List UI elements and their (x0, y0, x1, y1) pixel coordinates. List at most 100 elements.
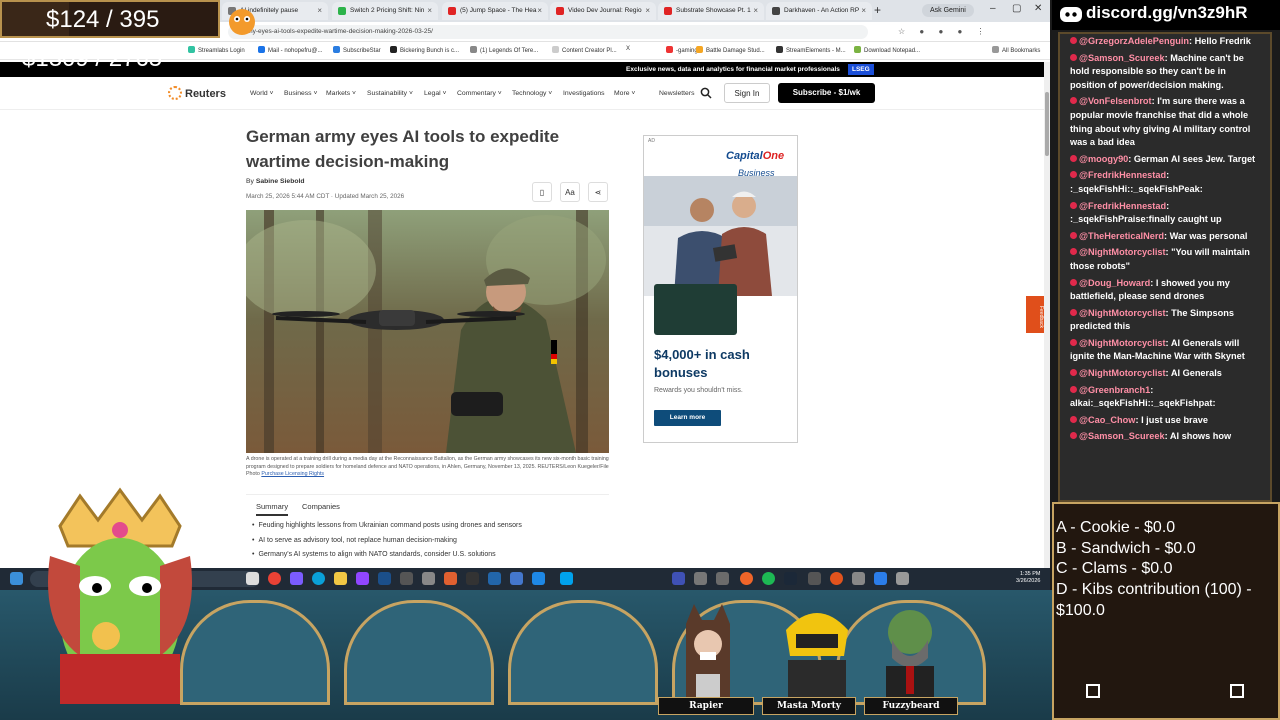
tab-2[interactable]: Switch 2 Pricing Shift: Nin × (332, 2, 438, 20)
chat-message: @VonFelsenbrot: I'm sure there was a pop… (1070, 96, 1251, 148)
sign-in-button[interactable]: Sign In (724, 83, 770, 103)
licensing-link[interactable]: Purchase Licensing Rights (261, 471, 324, 477)
scrollbar-thumb[interactable] (1045, 92, 1049, 156)
app-icon[interactable] (808, 572, 821, 585)
nav-sustainability[interactable]: Sustainability ˅ (367, 90, 413, 97)
user-badge-icon (1070, 53, 1077, 61)
steam-icon[interactable] (784, 572, 797, 585)
tab-label: Video Dev Journal: Regio (568, 7, 642, 14)
subscribe-button[interactable]: Subscribe - $1/wk (778, 83, 875, 103)
nav-technology[interactable]: Technology ˅ (512, 90, 552, 97)
folder-icon[interactable] (334, 572, 347, 585)
learn-more-button[interactable]: Learn more (654, 410, 721, 426)
app-icon[interactable] (716, 572, 729, 585)
app-icon[interactable] (672, 572, 685, 585)
app-icon[interactable] (510, 572, 523, 585)
bookmark-item[interactable]: Mail - nohopefru@... (258, 46, 322, 54)
maximize-icon[interactable]: ▢ (1012, 3, 1021, 14)
nav-world[interactable]: World ˅ (250, 90, 274, 97)
chat-message: @NightMotorcyclist: "You will maintain t… (1070, 247, 1250, 271)
feedback-tab[interactable]: Feedback (1026, 296, 1044, 333)
twitch-icon[interactable] (356, 572, 369, 585)
app-icon[interactable] (560, 572, 573, 585)
nav-business[interactable]: Business ˅ (284, 90, 317, 97)
search-icon[interactable] (700, 87, 712, 99)
app-icon[interactable] (896, 572, 909, 585)
tab-3[interactable]: (5) Jump Space - The Hea × (442, 2, 548, 20)
mascot-fox-icon (229, 9, 255, 35)
nav-markets[interactable]: Markets ˅ (326, 90, 356, 97)
tab-5[interactable]: Substrate Showcase Pt. 1 × (658, 2, 764, 20)
system-clock[interactable]: 1:35 PM 3/26/2026 (1016, 571, 1040, 585)
close-icon[interactable]: × (861, 6, 866, 15)
app-icon[interactable] (694, 572, 707, 585)
tab-companies[interactable]: Companies (302, 502, 340, 511)
streamer-mascot-avatar (48, 487, 192, 704)
bookmark-item[interactable]: Bickering Bunch is c... (390, 46, 459, 54)
capital-one-ad[interactable]: AD CapitalOne Business $4,000+ in cash b… (643, 135, 798, 443)
nav-investigations[interactable]: Investigations (563, 90, 605, 97)
extension-icons[interactable]: ☆ ● ● ● ⋮ (898, 27, 991, 36)
nav-legal[interactable]: Legal ˅ (424, 90, 447, 97)
close-icon[interactable]: × (427, 6, 432, 15)
discord-icon[interactable] (290, 572, 303, 585)
bookmark-item[interactable]: Content Creator Pl... (552, 46, 617, 54)
newsletters-link[interactable]: Newsletters (659, 90, 695, 97)
minimize-icon[interactable]: – (990, 3, 996, 14)
author-link[interactable]: Sabine Siebold (256, 178, 305, 185)
poll-option: D - Kibs contribution (100) - $100.0 (1056, 581, 1252, 619)
chat-username: @VonFelsenbrot (1079, 96, 1152, 107)
chrome-icon[interactable] (268, 572, 281, 585)
close-icon[interactable]: × (317, 6, 322, 15)
logo-text: Reuters (185, 88, 226, 100)
reuters-logo-icon (168, 86, 182, 100)
close-icon[interactable]: × (645, 6, 650, 15)
summary-item: Feuding highlights lessons from Ukrainia… (252, 522, 612, 537)
goal-2-text: $1309 / 2765 (22, 45, 163, 72)
reuters-logo[interactable]: Reuters (168, 86, 226, 100)
user-badge-icon (1070, 171, 1077, 179)
tab-favicon (338, 7, 346, 15)
steam-icon[interactable] (378, 572, 391, 585)
close-window-icon[interactable]: ✕ (1034, 3, 1042, 14)
nav-commentary[interactable]: Commentary ˅ (457, 90, 502, 97)
app-icon[interactable] (488, 572, 501, 585)
app-icon[interactable] (852, 572, 865, 585)
app-icon[interactable] (422, 572, 435, 585)
start-icon[interactable] (10, 572, 23, 585)
close-icon[interactable]: × (537, 6, 542, 15)
app-icon[interactable] (466, 572, 479, 585)
ask-gemini-button[interactable]: Ask Gemini (922, 4, 974, 17)
chat-username: @moogy90 (1079, 153, 1129, 164)
app-icon[interactable] (444, 572, 457, 585)
app-icon[interactable] (830, 572, 843, 585)
bookmark-item[interactable]: SubscribeStar (333, 46, 381, 54)
share-icon[interactable]: ⋖ (588, 182, 608, 202)
nav-more[interactable]: More ˅ (614, 90, 635, 97)
all-bookmarks[interactable]: All Bookmarks (992, 46, 1040, 54)
app-icon[interactable] (874, 572, 887, 585)
new-tab-button[interactable]: + (874, 3, 881, 17)
bookmark-icon[interactable]: ▯ (532, 182, 552, 202)
tab-6[interactable]: Darkhaven - An Action RP × (766, 2, 872, 20)
app-icon[interactable] (400, 572, 413, 585)
tab-4[interactable]: Video Dev Journal: Regio × (550, 2, 656, 20)
close-icon[interactable]: × (753, 6, 758, 15)
bookmark-item[interactable]: (1) Legends Of Tere... (470, 46, 538, 54)
tab-summary[interactable]: Summary (256, 502, 289, 516)
bookmark-item[interactable]: -gaming (666, 46, 698, 54)
font-size-button[interactable]: Aa (560, 182, 580, 202)
chat-message: @Cao_Chow: I just use brave (1060, 413, 1270, 430)
article-photo (246, 210, 609, 453)
user-badge-icon (1070, 248, 1077, 256)
bookmark-item[interactable]: Download Notepad... (854, 46, 920, 54)
task-view-icon[interactable] (246, 572, 259, 585)
spotify-icon[interactable] (762, 572, 775, 585)
bookmark-item[interactable]: Battle Damage Stud... (696, 46, 765, 54)
app-icon[interactable] (532, 572, 545, 585)
edge-icon[interactable] (312, 572, 325, 585)
app-icon[interactable] (740, 572, 753, 585)
x-icon[interactable]: X (626, 46, 630, 52)
bookmark-item[interactable]: StreamElements - M... (776, 46, 846, 54)
url-input[interactable]: ...army-eyes-ai-tools-expedite-wartime-d… (228, 25, 868, 39)
